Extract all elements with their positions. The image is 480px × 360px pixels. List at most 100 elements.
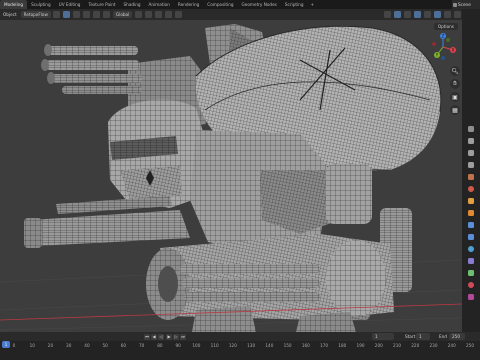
world-properties-icon[interactable] (466, 185, 476, 193)
material-shading-icon[interactable] (443, 11, 451, 18)
frame-tick-label: 200 (374, 343, 383, 348)
workspace-tab-rendering[interactable]: Rendering (174, 0, 203, 9)
start-label: Start (405, 334, 416, 339)
visibility-icon[interactable] (383, 11, 391, 18)
collection-properties-icon[interactable] (466, 197, 476, 205)
scene-properties-icon[interactable] (466, 173, 476, 181)
gizmo-x-label: X (452, 48, 455, 53)
texture-properties-icon[interactable] (466, 293, 476, 301)
output-properties-icon[interactable] (466, 149, 476, 157)
viewport-header: Object RetopoFlow Global (0, 9, 462, 20)
view-layer-properties-icon[interactable] (466, 161, 476, 169)
jump-start-icon[interactable]: ⏮︎ (144, 333, 150, 340)
frame-tick-label: 160 (301, 343, 310, 348)
constraint-properties-icon[interactable] (466, 257, 476, 265)
frame-tick-label: 110 (210, 343, 219, 348)
play-reverse-icon[interactable]: ◁ (158, 333, 164, 340)
frame-tick-label: 10 (29, 343, 35, 348)
falloff-icon[interactable] (174, 11, 182, 18)
step-back-icon[interactable]: ◀︎ (151, 333, 157, 340)
material-properties-icon[interactable] (466, 281, 476, 289)
camera-view-icon[interactable]: ▣ (450, 92, 460, 102)
xray-icon[interactable] (413, 11, 421, 18)
properties-tab-column (462, 9, 480, 332)
solid-shading-icon[interactable] (433, 11, 441, 18)
jump-end-icon[interactable]: ⏭︎ (180, 333, 186, 340)
select-intersect-icon[interactable] (103, 11, 111, 18)
pan-hand-icon[interactable]: ✋︎ (450, 79, 460, 89)
perspective-grid-icon[interactable]: ▦ (450, 105, 460, 115)
frame-tick-label: 70 (139, 343, 145, 348)
end-frame-field[interactable]: 250 (449, 333, 465, 340)
wireframe-shading-icon[interactable] (423, 11, 431, 18)
mode-icon[interactable] (53, 11, 61, 18)
frame-tick-label: 60 (120, 343, 127, 348)
frame-tick-label: 130 (247, 343, 256, 348)
workspace-tab-shading[interactable]: Shading (120, 0, 145, 9)
current-frame-field[interactable]: 1 (372, 333, 394, 340)
end-label: End (439, 334, 447, 339)
frame-tick-label: 120 (228, 343, 237, 348)
select-box-icon[interactable] (63, 11, 71, 18)
frame-tick-label: 80 (157, 343, 163, 348)
gizmo-toggle-icon[interactable] (393, 11, 401, 18)
workspace-tab-sculpting[interactable]: Sculpting (27, 0, 55, 9)
frame-tick-label: 180 (338, 343, 347, 348)
physics-properties-icon[interactable] (466, 245, 476, 253)
select-invert-icon[interactable] (93, 11, 101, 18)
playhead[interactable]: 1 (2, 341, 10, 348)
modifier-properties-icon[interactable] (466, 221, 476, 229)
3d-viewport[interactable]: Options X Y Z 🔍︎ ✋︎ ▣ ▦ (0, 20, 462, 332)
start-frame-field[interactable]: 1 (416, 333, 430, 340)
frame-tick-label: 50 (102, 343, 108, 348)
tool-properties-icon[interactable] (466, 125, 476, 133)
select-extend-icon[interactable] (73, 11, 81, 18)
pivot-point-icon[interactable] (134, 11, 142, 18)
frame-tick-label: 190 (356, 343, 365, 348)
workspace-tab-animation[interactable]: Animation (145, 0, 174, 9)
gizmo-z-label: Z (442, 34, 445, 39)
frame-tick-label: 220 (411, 343, 420, 348)
overlay-icon[interactable] (403, 11, 411, 18)
frame-tick-label: 230 (429, 343, 438, 348)
timeline[interactable]: ⏮︎ ◀︎ ◁ ▶︎ ▷ ⏭︎ 1 Start 1 End 250 1 0 10 2… (0, 332, 480, 360)
step-forward-icon[interactable]: ▷ (173, 333, 179, 340)
frame-tick-label: 250 (466, 343, 474, 348)
snap-icon[interactable] (144, 11, 152, 18)
frame-tick-label: 40 (84, 343, 90, 348)
frame-tick-label: 210 (393, 343, 402, 348)
frame-tick-label: 20 (47, 343, 54, 348)
frame-ruler[interactable]: 1 0 10 20 30 40 50 60 70 80 90 100 110 120 130 140 150 1… (0, 341, 480, 360)
workspace-tab-scripting[interactable]: Scripting (281, 0, 308, 9)
workspace-tab-texture-paint[interactable]: Texture Paint (84, 0, 119, 9)
select-subtract-icon[interactable] (83, 11, 91, 18)
active-object-dropdown[interactable]: RetopoFlow (20, 11, 51, 18)
play-icon[interactable]: ▶︎ (166, 333, 172, 340)
options-dropdown[interactable]: Options (433, 23, 458, 30)
object-menu[interactable]: Object (0, 12, 20, 17)
workspace-tab-modeling[interactable]: Modeling (0, 0, 28, 9)
workspace-bar: Modeling Sculpting UV Editing Texture Pa… (0, 0, 480, 9)
transform-orientation-dropdown[interactable]: Global (112, 11, 133, 18)
frame-tick-label: 90 (175, 343, 181, 348)
render-shading-icon[interactable] (453, 11, 461, 18)
render-properties-icon[interactable] (466, 137, 476, 145)
workspace-tab-compositing[interactable]: Compositing (203, 0, 237, 9)
navigation-gizmo[interactable]: X Y Z (428, 32, 458, 62)
gizmo-y-label: Y (435, 53, 439, 58)
frame-tick-label: 0 (12, 343, 16, 348)
data-properties-icon[interactable] (466, 269, 476, 277)
particle-properties-icon[interactable] (466, 233, 476, 241)
frame-tick-label: 150 (283, 343, 292, 348)
scene-selector[interactable]: Scene (452, 0, 480, 9)
snap-settings-icon[interactable] (154, 11, 162, 18)
zoom-icon[interactable]: 🔍︎ (450, 66, 460, 76)
proportional-edit-icon[interactable] (164, 11, 172, 18)
object-properties-icon[interactable] (466, 209, 476, 217)
workspace-tab-geometry-nodes[interactable]: Geometry Nodes (238, 0, 281, 9)
playback-controls: ⏮︎ ◀︎ ◁ ▶︎ ▷ ⏭︎ 1 Start 1 End 250 (0, 332, 480, 341)
add-workspace-button[interactable]: + (307, 2, 317, 7)
frame-tick-label: 100 (192, 343, 201, 348)
frame-tick-label: 30 (66, 343, 72, 348)
workspace-tab-uv-editing[interactable]: UV Editing (55, 0, 85, 9)
